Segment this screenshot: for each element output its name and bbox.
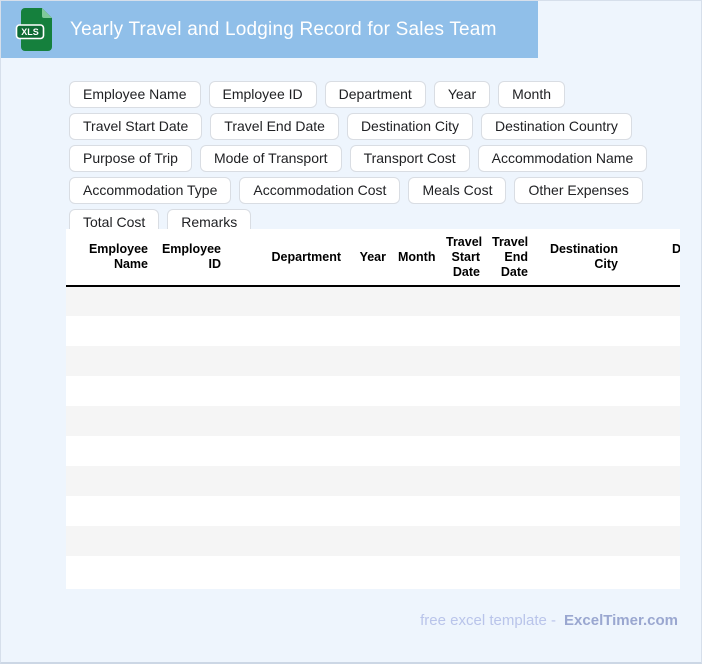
table-row (66, 346, 680, 376)
column-header: Year (347, 229, 392, 287)
table-row (66, 526, 680, 556)
footer-credit-text: free excel template - (420, 612, 557, 629)
footer-brand-link[interactable]: ExcelTimer.com (564, 612, 678, 629)
column-header: Travel Start Date (440, 229, 486, 287)
field-chip: Year (433, 81, 491, 108)
column-header: Destination City (534, 229, 624, 287)
field-chip: Month (498, 81, 566, 108)
field-chip: Department (324, 81, 426, 108)
column-header: Destination Country (624, 229, 680, 287)
field-chip: Destination Country (480, 113, 632, 140)
column-header: Travel End Date (486, 229, 534, 287)
field-chip: Travel End Date (210, 113, 339, 140)
field-chip: Destination City (346, 113, 473, 140)
field-chip: Other Expenses (514, 177, 643, 204)
title-bar: XLS Yearly Travel and Lodging Record for… (1, 1, 538, 58)
table-header-row: Employee Name Employee ID Department Year Mo… (66, 229, 680, 287)
field-chip: Travel Start Date (69, 113, 203, 140)
table-row (66, 286, 680, 316)
table-row (66, 316, 680, 346)
field-chip: Employee Name (69, 81, 201, 108)
page-title: Yearly Travel and Lodging Record for Sal… (70, 18, 497, 40)
column-header: Department (227, 229, 347, 287)
column-header: Employee Name (66, 229, 154, 287)
footer-credit: free excel template - ExcelTimer.com (420, 612, 678, 629)
table-row (66, 376, 680, 406)
table-body (66, 286, 680, 586)
table-row (66, 496, 680, 526)
column-header: Employee ID (154, 229, 227, 287)
field-chip: Employee ID (208, 81, 317, 108)
table-row (66, 436, 680, 466)
template-preview-page: XLS Yearly Travel and Lodging Record for… (0, 0, 702, 664)
xls-file-icon: XLS (15, 8, 52, 51)
field-chip: Accommodation Name (477, 145, 648, 172)
record-table-container: Employee Name Employee ID Department Year Mo… (66, 229, 680, 589)
field-chip: Meals Cost (408, 177, 507, 204)
record-table: Employee Name Employee ID Department Year Mo… (66, 229, 680, 586)
field-chip: Accommodation Cost (239, 177, 401, 204)
table-row (66, 556, 680, 586)
field-chip: Purpose of Trip (69, 145, 192, 172)
column-header: Month (392, 229, 440, 287)
field-chip-list: Employee Name Employee ID Department Year Mo… (69, 81, 693, 236)
field-chip: Mode of Transport (199, 145, 342, 172)
xls-icon-label: XLS (21, 27, 39, 37)
table-row (66, 466, 680, 496)
table-row (66, 406, 680, 436)
field-chip: Transport Cost (349, 145, 470, 172)
field-chip: Accommodation Type (69, 177, 232, 204)
